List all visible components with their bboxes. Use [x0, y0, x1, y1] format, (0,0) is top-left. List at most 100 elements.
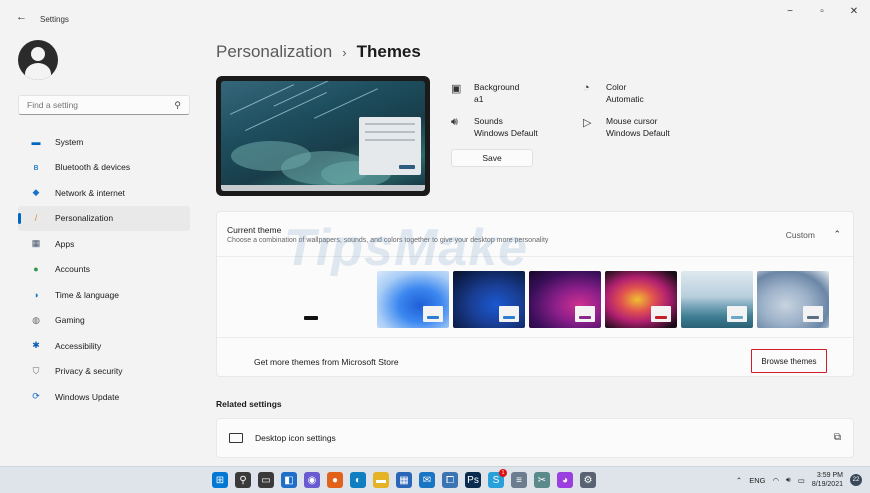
theme-flow[interactable] [757, 271, 829, 328]
preview-window-line [365, 131, 415, 133]
sidebar-item-accounts[interactable]: ● Accounts [18, 257, 190, 283]
volume-icon[interactable]: 🔊︎ [786, 475, 791, 485]
sidebar-item-privacy-security[interactable]: ⛉ Privacy & security [18, 359, 190, 385]
globe-icon: ◑ [33, 289, 39, 300]
background-setting[interactable]: ▣ Background a1 [451, 81, 519, 105]
sidebar-item-gaming[interactable]: ◍ Gaming [18, 308, 190, 334]
explorer-icon[interactable]: ▬ [373, 472, 389, 488]
sidebar-item-label: Apps [55, 238, 75, 249]
store-icon[interactable]: ▦ [396, 472, 412, 488]
sidebar-item-system[interactable]: ▬ System [18, 129, 190, 155]
mail-icon[interactable]: ✉ [419, 472, 435, 488]
sidebar-item-label: Privacy & security [55, 366, 123, 377]
theme-windows-light[interactable] [377, 271, 449, 328]
accounts-icon: ● [33, 264, 39, 275]
app-title: Settings [40, 15, 69, 24]
search-icon[interactable]: ⚲ [174, 100, 181, 111]
save-button[interactable]: Save [451, 149, 533, 167]
sidebar-item-label: Accessibility [55, 340, 102, 351]
watermark: TipsMake [284, 219, 529, 277]
gaming-icon: ◍ [32, 314, 40, 325]
theme-window-badge [727, 306, 747, 322]
divider [217, 337, 853, 338]
preview-window-line [365, 139, 415, 141]
snip-icon[interactable]: ✂ [534, 472, 550, 488]
avatar-head-shape [31, 47, 45, 61]
sidebar-item-network-internet[interactable]: ◆ Network & internet [18, 180, 190, 206]
accessibility-icon: ✱ [32, 340, 40, 351]
image-icon: ▣ [451, 83, 462, 95]
search-icon[interactable]: ⚲ [235, 472, 251, 488]
maximize-button[interactable]: ▫ [806, 6, 838, 17]
color-setting[interactable]: ◔ Color Automatic [583, 81, 644, 105]
photoshop-icon[interactable]: Ps [465, 472, 481, 488]
chat-icon-glyph: ◉ [307, 474, 317, 486]
sidebar-item-bluetooth-devices[interactable]: ʙ Bluetooth & devices [18, 155, 190, 181]
photoshop-icon-glyph: Ps [467, 474, 479, 486]
start-icon[interactable]: ⊞ [212, 472, 228, 488]
color-label: Color [606, 82, 627, 92]
chevron-up-icon[interactable]: ⌃ [833, 229, 841, 240]
desktop-icon-settings-label: Desktop icon settings [255, 433, 336, 443]
wifi-icon[interactable]: ◠ [772, 476, 779, 485]
skype-icon[interactable]: S1 [488, 469, 507, 488]
sidebar-item-personalization[interactable]: / Personalization [18, 205, 190, 231]
chat-icon[interactable]: ◉ [304, 472, 320, 488]
search-input[interactable] [27, 100, 175, 110]
theme-accent-mark [304, 316, 318, 320]
theme-preview [216, 76, 430, 196]
firefox-icon[interactable]: ● [327, 472, 343, 488]
browse-themes-button[interactable]: Browse themes [751, 349, 827, 373]
preview-window [359, 117, 421, 175]
sidebar-item-time-language[interactable]: ◑ Time & language [18, 282, 190, 308]
store-text: Get more themes from Microsoft Store [254, 357, 399, 367]
theme-glow[interactable] [529, 271, 601, 328]
back-arrow-icon[interactable]: ← [16, 11, 27, 23]
breadcrumb: Personalization › Themes [216, 42, 421, 62]
battery-icon[interactable]: ▭ [798, 476, 805, 485]
photos-icon[interactable]: ⧠ [442, 472, 458, 488]
theme-windows-dark[interactable] [453, 271, 525, 328]
close-button[interactable]: ✕ [838, 6, 870, 17]
theme-captured-motion[interactable] [605, 271, 677, 328]
messenger-icon[interactable]: ◕ [557, 472, 573, 488]
preview-streak [245, 92, 327, 131]
widgets-icon-glyph: ◧ [284, 474, 294, 486]
edge-icon[interactable]: ◐ [350, 472, 366, 488]
desktop-icon-settings-row[interactable]: Desktop icon settings ⧉ [216, 418, 854, 458]
search-box[interactable]: ⚲ [18, 95, 190, 115]
theme-window-badge [423, 306, 443, 322]
settings-icon[interactable]: ⚙ [580, 472, 596, 488]
clock[interactable]: 3:59 PM 8/19/2021 [812, 471, 843, 489]
title-bar: ← Settings − ▫ ✕ [0, 0, 870, 32]
related-settings-heading: Related settings [216, 399, 282, 409]
photos-icon-glyph: ⧠ [446, 474, 454, 486]
sounds-setting[interactable]: 🔊︎ Sounds Windows Default [451, 115, 538, 139]
sidebar-item-accessibility[interactable]: ✱ Accessibility [18, 333, 190, 359]
widgets-icon[interactable]: ◧ [281, 472, 297, 488]
sidebar-item-label: Network & internet [55, 187, 125, 198]
sidebar-item-label: Accounts [55, 264, 90, 275]
preview-window-line [365, 123, 415, 125]
theme-list [301, 271, 829, 328]
theme-sunrise[interactable] [681, 271, 753, 328]
current-theme-title: Current theme [227, 225, 282, 235]
breadcrumb-parent[interactable]: Personalization [216, 42, 332, 62]
sidebar-item-windows-update[interactable]: ⟳ Windows Update [18, 384, 190, 410]
tray-chevron-icon[interactable]: ⌃ [736, 476, 742, 485]
notes-icon[interactable]: ≡ [511, 472, 527, 488]
notification-badge[interactable]: 22 [850, 474, 862, 486]
network-icon: ◆ [32, 187, 40, 198]
search-icon-glyph: ⚲ [239, 474, 247, 486]
avatar[interactable] [18, 40, 58, 80]
mouse-cursor-setting[interactable]: ▷ Mouse cursor Windows Default [583, 115, 670, 139]
theme-blank[interactable] [301, 271, 373, 328]
sidebar-item-apps[interactable]: ▦ Apps [18, 231, 190, 257]
task-view-icon[interactable]: ▭ [258, 472, 274, 488]
sidebar-item-label: Time & language [55, 289, 119, 300]
language-indicator[interactable]: ENG [749, 476, 765, 485]
sidebar-item-label: Bluetooth & devices [55, 162, 131, 173]
system-icon: ▬ [31, 136, 41, 147]
sounds-label: Sounds [474, 116, 503, 126]
minimize-button[interactable]: − [774, 6, 806, 17]
